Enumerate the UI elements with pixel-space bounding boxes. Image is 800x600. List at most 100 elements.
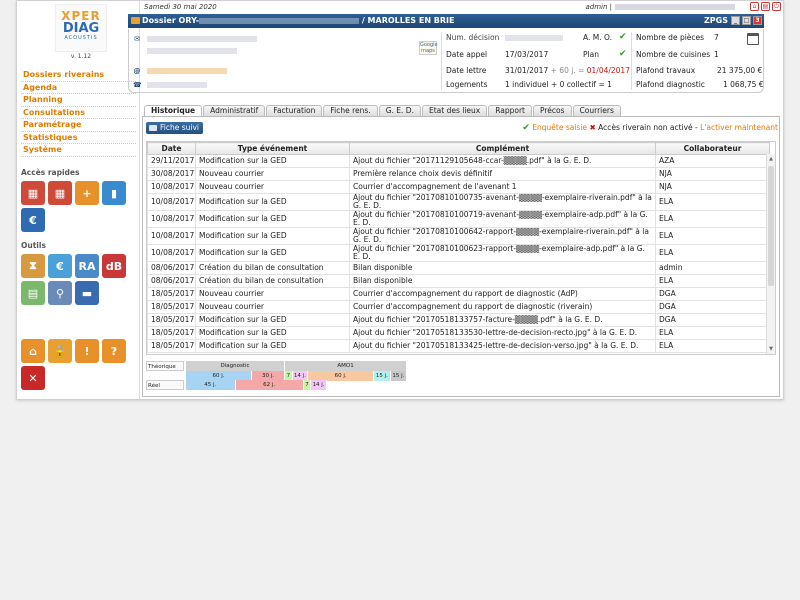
tab-administratif[interactable]: Administratif	[203, 105, 266, 116]
calendar-check-icon[interactable]: ▦	[48, 181, 72, 205]
divider	[441, 32, 442, 90]
fiche-suivi-button[interactable]: Fiche suivi	[146, 122, 203, 134]
cell-comp: Ajout du fichier "20171129105648-ccar-▒▒…	[349, 154, 656, 168]
table-row[interactable]: 30/08/2017 Nouveau courrier Première relan…	[147, 167, 770, 181]
sidebar: XPER DIAG ACOUSTIS v. 1.12 Dossiers rive…	[17, 1, 140, 399]
table-row[interactable]: 10/08/2017 Modification sur la GED Ajout d…	[147, 193, 770, 211]
google-maps-button[interactable]: Google maps	[419, 41, 438, 55]
tab-precos[interactable]: Précos	[533, 105, 572, 116]
tab-facturation[interactable]: Facturation	[266, 105, 323, 116]
app-logo[interactable]: XPER DIAG ACOUSTIS	[55, 4, 107, 52]
cell-date: 18/05/2017	[147, 287, 196, 301]
column-header-type-evenement[interactable]: Type événement	[195, 142, 350, 155]
table-scrollbar[interactable]: ▲ ▼	[766, 154, 775, 354]
column-header-date[interactable]: Date	[147, 142, 196, 155]
print-icon[interactable]: ▤	[761, 2, 770, 11]
table-row[interactable]: 18/05/2017 Nouveau courrier Courrier d'acc…	[147, 287, 770, 301]
table-row[interactable]: 10/08/2017 Modification sur la GED Ajout d…	[147, 227, 770, 245]
table-row[interactable]: 18/05/2017 Modification sur la GED Ajout d…	[147, 339, 770, 353]
minimize-button[interactable]: _	[731, 16, 740, 25]
tab-fiche-rens[interactable]: Fiche rens.	[323, 105, 378, 116]
table-row[interactable]: 08/06/2017 Création du bilan de consultat…	[147, 261, 770, 275]
dossier-location: / MAROLLES EN BRIE	[361, 16, 455, 25]
cell-date: 18/05/2017	[147, 313, 196, 327]
euro-grid-icon[interactable]: €	[48, 254, 72, 278]
table-row[interactable]: 10/08/2017 Modification sur la GED Ajout d…	[147, 244, 770, 262]
help-icon[interactable]: ?	[102, 339, 126, 363]
divider	[631, 32, 632, 90]
hourglass-icon[interactable]: ⧗	[21, 254, 45, 278]
cell-comp: Ajout du fichier "20170810100642-rapport…	[349, 227, 656, 245]
planning-segment: 60 j.	[186, 370, 252, 381]
planning-segment: 60 j.	[308, 370, 375, 381]
ra-grid-icon[interactable]: RA	[75, 254, 99, 278]
restore-button[interactable]: □	[742, 16, 751, 25]
table-row[interactable]: 18/05/2017 Modification sur la GED Ajout d…	[147, 313, 770, 327]
close-icon[interactable]: ✕	[21, 366, 45, 390]
dossier-number-badge[interactable]: 3	[753, 16, 762, 25]
tab-historique[interactable]: Historique	[144, 105, 203, 116]
logements-value: 1 individuel + 0 collectif = 1	[505, 80, 612, 89]
column-header-complement[interactable]: Complément	[349, 142, 656, 155]
cell-collab: ELA	[655, 339, 770, 353]
cell-date: 30/08/2017	[147, 167, 196, 181]
menu-item-dossiers-riverains[interactable]: Dossiers riverains	[21, 69, 136, 82]
column-header-collaborateur[interactable]: Collaborateur	[655, 142, 770, 155]
table-row[interactable]: 10/08/2017 Modification sur la GED Ajout d…	[147, 210, 770, 228]
cell-collab: admin	[655, 261, 770, 275]
cell-collab: NJA	[655, 180, 770, 194]
menu-item-planning[interactable]: Planning	[21, 94, 136, 107]
contact-email-row[interactable]: @	[133, 65, 227, 77]
scroll-down-icon[interactable]: ▼	[767, 346, 775, 352]
scroll-up-icon[interactable]: ▲	[767, 156, 775, 162]
tab-rapport[interactable]: Rapport	[488, 105, 532, 116]
scroll-thumb[interactable]	[768, 166, 774, 286]
cell-type: Modification sur la GED	[195, 244, 350, 262]
table-row[interactable]: 18/05/2017 Nouveau courrier Courrier d'acc…	[147, 300, 770, 314]
current-date: Samedi 30 mai 2020	[144, 3, 217, 11]
dossier-prefix: Dossier ORY-	[142, 16, 200, 25]
truck-icon[interactable]: ▬	[75, 281, 99, 305]
menu-item-systeme[interactable]: Système	[21, 144, 136, 157]
calendar-clock-icon[interactable]: ▦	[21, 181, 45, 205]
redacted-text	[147, 48, 237, 54]
calendar-icon[interactable]	[747, 33, 759, 45]
location-pin-icon[interactable]: ⚲	[48, 281, 72, 305]
power-icon[interactable]: ⏻	[772, 2, 781, 11]
table-row[interactable]: 18/05/2017 Modification sur la GED Ajout d…	[147, 326, 770, 340]
plan-check-icon: ✔	[619, 49, 627, 59]
activer-link[interactable]: L'activer maintenant	[700, 123, 778, 132]
menu-item-statistiques[interactable]: Statistiques	[21, 132, 136, 144]
menu-item-consultations[interactable]: Consultations	[21, 107, 136, 119]
house-db-icon[interactable]: dB	[102, 254, 126, 278]
map-grid-icon[interactable]: ▤	[21, 281, 45, 305]
planning-phase: AMO1	[285, 361, 408, 371]
table-row[interactable]: 08/06/2017 Création du bilan de consultat…	[147, 274, 770, 288]
planning-segment: 15 j.	[390, 370, 408, 381]
enquete-status: Enquête saisie	[532, 123, 588, 132]
home-icon[interactable]: ⌂	[21, 339, 45, 363]
warning-icon[interactable]: !	[75, 339, 99, 363]
table-row[interactable]: 29/11/2017 Modification sur la GED Ajout d…	[147, 154, 770, 168]
tab-courriers[interactable]: Courriers	[572, 105, 621, 116]
date-lettre-group: 31/01/2017 + 60 j. = 01/04/2017	[505, 65, 630, 77]
folder-add-icon[interactable]: +	[75, 181, 99, 205]
current-user[interactable]: admin |	[585, 3, 735, 11]
redacted-text	[147, 82, 207, 88]
euro-calculator-icon[interactable]: €	[21, 208, 45, 232]
theorique-label: Théorique	[146, 361, 184, 371]
cell-type: Modification sur la GED	[195, 339, 350, 353]
tab-g-e-d[interactable]: G. E. D.	[378, 105, 421, 116]
menu-item-parametrage[interactable]: Paramétrage	[21, 119, 136, 132]
home-small-icon[interactable]: ⌂	[750, 2, 759, 11]
bar-chart-icon[interactable]: ▮	[102, 181, 126, 205]
tab-etat-des-lieux[interactable]: Etat des lieux	[421, 105, 488, 116]
lock-icon[interactable]: 🔒	[48, 339, 72, 363]
plan-label: Plan	[583, 50, 599, 59]
cell-type: Création du bilan de consultation	[195, 274, 350, 288]
status-line: ✔ Enquête saisie ✖ Accès riverain non ac…	[522, 123, 778, 133]
table-row[interactable]: 10/08/2017 Nouveau courrier Courrier d'acc…	[147, 180, 770, 194]
menu-item-agenda[interactable]: Agenda	[21, 82, 136, 94]
cell-comp: Ajout du fichier "20170810100719-avenant…	[349, 210, 656, 228]
cell-comp: Ajout du fichier "20170810100735-avenant…	[349, 193, 656, 211]
